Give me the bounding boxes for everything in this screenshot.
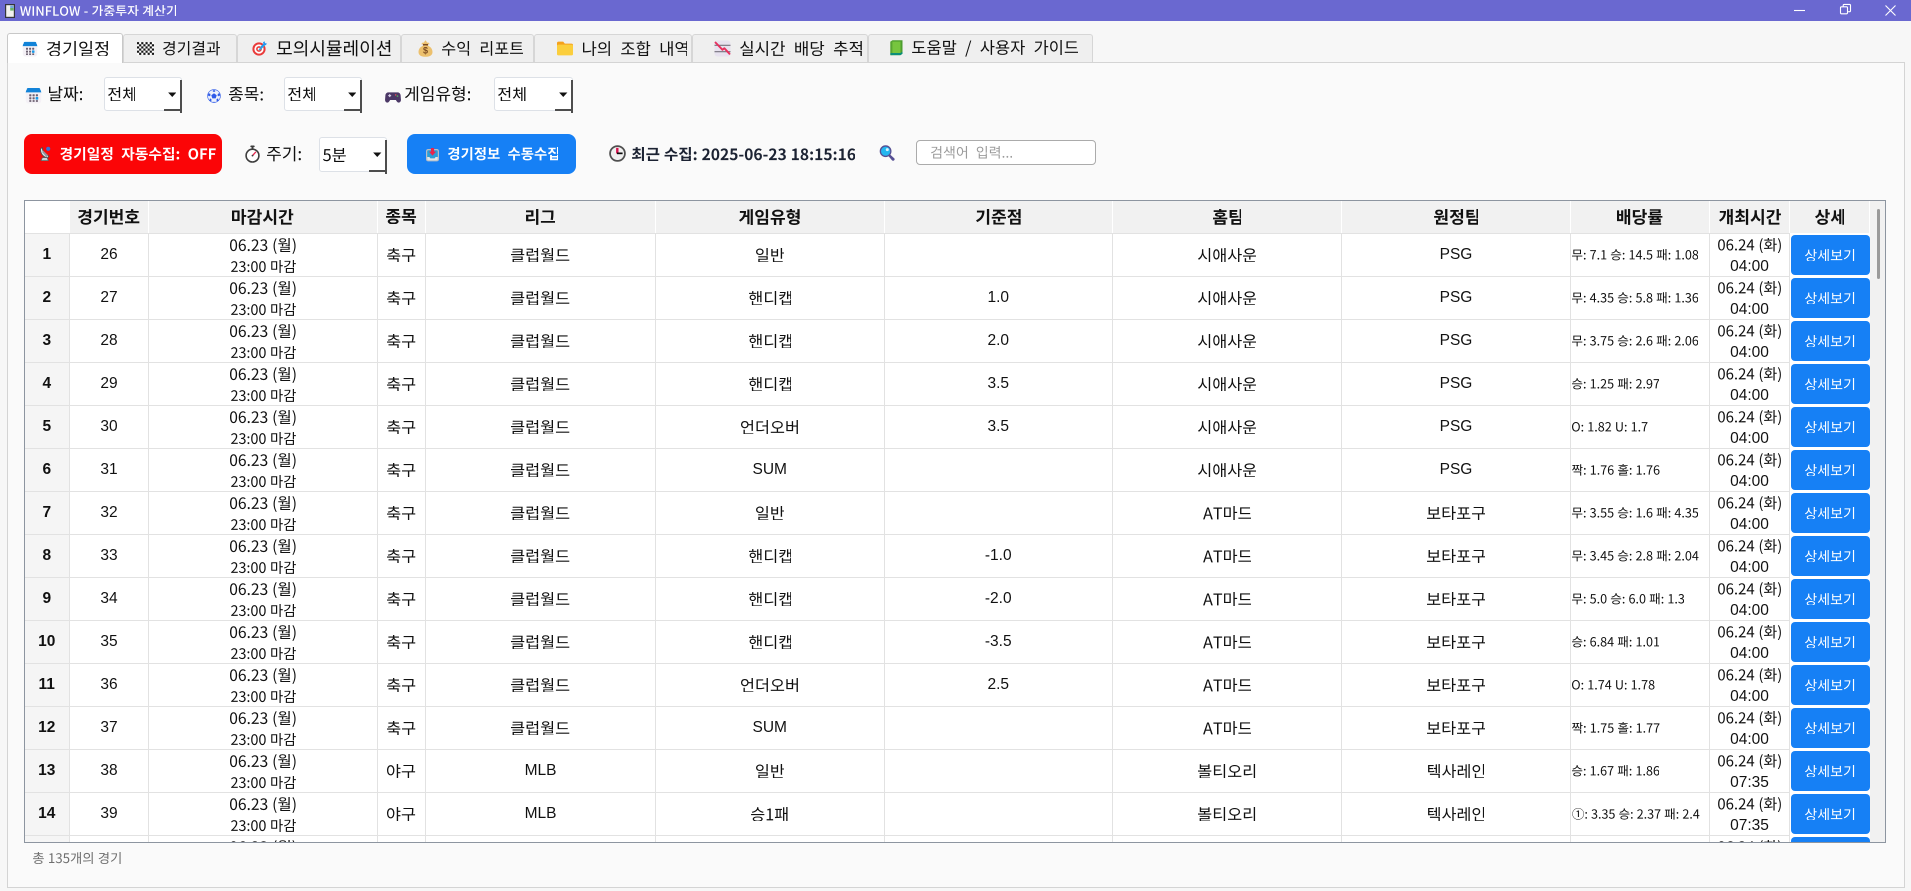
svg-text:$: $ xyxy=(423,45,428,55)
